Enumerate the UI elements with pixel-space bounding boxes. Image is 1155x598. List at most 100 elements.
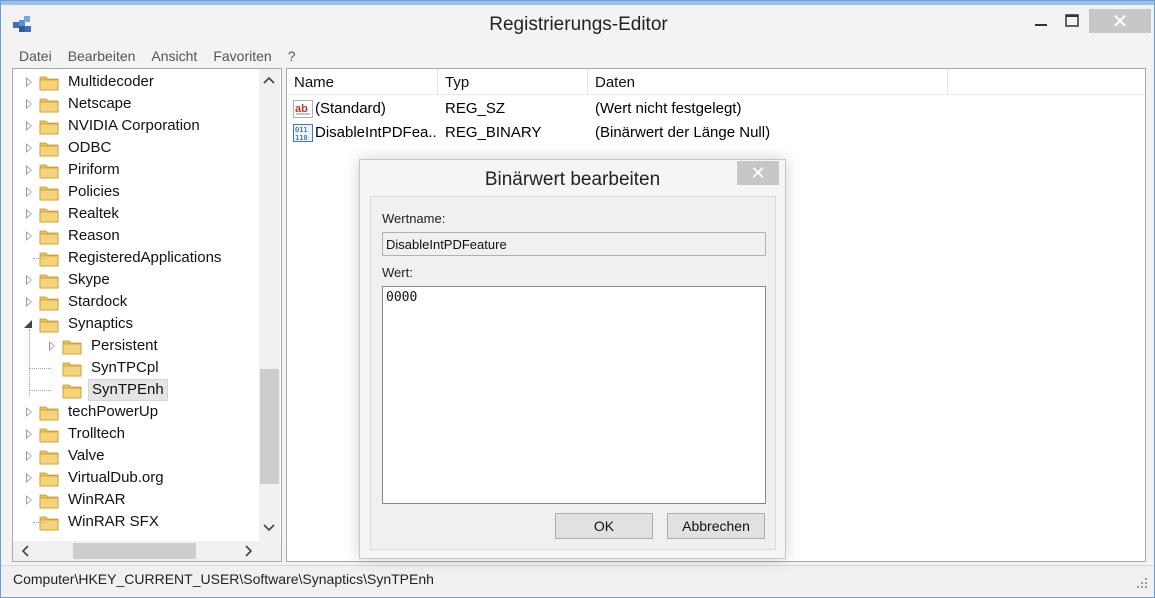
folder-icon	[39, 492, 59, 509]
menu-bearbeiten[interactable]: Bearbeiten	[60, 45, 144, 67]
tree-item[interactable]: WinRAR	[23, 489, 129, 511]
tree-item-label: Trolltech	[68, 425, 125, 442]
expand-arrow-icon[interactable]	[46, 340, 58, 352]
tree-item[interactable]: SynTPCpl	[46, 357, 162, 379]
key-tree-pane[interactable]: Multidecoder Netscape NVIDIA Corporation OD…	[12, 68, 282, 562]
folder-icon	[62, 360, 82, 377]
expand-arrow-icon[interactable]	[23, 142, 35, 154]
tree-item[interactable]: Multidecoder	[23, 71, 157, 93]
expand-arrow-icon[interactable]	[23, 208, 35, 220]
tree-item[interactable]: Netscape	[23, 93, 134, 115]
resize-grip-icon[interactable]	[1136, 577, 1148, 589]
list-item[interactable]: 011 110 DisableIntPDFea... REG_BINARY (B…	[287, 121, 1145, 145]
value-data: (Wert nicht festgelegt)	[595, 100, 742, 117]
tree-connector-line	[33, 522, 45, 523]
tree-vertical-scrollbar[interactable]	[259, 69, 280, 541]
menu-datei[interactable]: Datei	[11, 45, 60, 67]
folder-icon	[39, 426, 59, 443]
tree-item[interactable]: RegisteredApplications	[23, 247, 224, 269]
scroll-left-icon[interactable]	[15, 542, 35, 560]
expand-arrow-icon[interactable]	[23, 120, 35, 132]
folder-icon	[39, 96, 59, 113]
expand-arrow-icon[interactable]	[23, 472, 35, 484]
dialog-title: Binärwert bearbeiten	[484, 169, 661, 190]
column-header-name[interactable]: Name	[287, 69, 438, 95]
tree-item[interactable]: Stardock	[23, 291, 130, 313]
tree-item-label: techPowerUp	[68, 403, 159, 420]
tree-item-label: Valve	[68, 447, 105, 464]
expand-arrow-icon[interactable]	[23, 98, 35, 110]
value-name-field: DisableIntPDFeature	[382, 232, 766, 256]
tree-item-label: Reason	[68, 227, 120, 244]
scroll-down-icon[interactable]	[259, 519, 279, 537]
expand-arrow-icon[interactable]	[23, 406, 35, 418]
status-path: Computer\HKEY_CURRENT_USER\Software\Syna…	[13, 571, 434, 587]
tree-item[interactable]: Valve	[23, 445, 107, 467]
expand-arrow-icon[interactable]	[23, 450, 35, 462]
tree-item[interactable]: Piriform	[23, 159, 123, 181]
tree-item-label: ODBC	[68, 139, 112, 156]
string-value-icon: ab	[293, 100, 313, 118]
tree-item[interactable]: ODBC	[23, 137, 114, 159]
folder-icon	[39, 272, 59, 289]
tree-item[interactable]: Policies	[23, 181, 123, 203]
tree-connector-line	[33, 258, 45, 259]
tree-item[interactable]: Persistent	[46, 335, 161, 357]
tree-item[interactable]: Skype	[23, 269, 113, 291]
tree-horizontal-scrollbar[interactable]	[13, 541, 281, 561]
expand-arrow-icon[interactable]	[23, 76, 35, 88]
tree-item-label: Persistent	[91, 337, 158, 354]
tree-connector-line	[29, 329, 30, 395]
tree-vertical-scroll-thumb[interactable]	[260, 369, 279, 484]
scroll-right-icon[interactable]	[239, 542, 259, 560]
folder-icon	[39, 294, 59, 311]
title-bar[interactable]: Registrierungs-Editor ✕	[1, 5, 1154, 41]
svg-text:110: 110	[295, 134, 308, 142]
ok-button[interactable]: OK	[555, 513, 653, 539]
cancel-button[interactable]: Abbrechen	[667, 513, 765, 539]
svg-text:011: 011	[295, 126, 308, 134]
maximize-button[interactable]	[1055, 9, 1089, 33]
close-icon: ✕	[1111, 10, 1129, 33]
expand-arrow-icon[interactable]	[23, 186, 35, 198]
expand-arrow-icon[interactable]	[23, 230, 35, 242]
folder-icon	[39, 140, 59, 157]
menu-favoriten[interactable]: Favoriten	[205, 45, 279, 67]
folder-icon	[39, 228, 59, 245]
expand-arrow-icon[interactable]	[23, 428, 35, 440]
tree-item[interactable]: techPowerUp	[23, 401, 161, 423]
scroll-up-icon[interactable]	[259, 71, 279, 89]
menu-ansicht[interactable]: Ansicht	[143, 45, 205, 67]
tree-item[interactable]: Synaptics	[23, 313, 136, 335]
tree-item[interactable]: SynTPEnh	[46, 379, 168, 401]
tree-item-label: WinRAR SFX	[68, 513, 159, 530]
tree-item[interactable]: VirtualDub.org	[23, 467, 167, 489]
tree-item[interactable]: Realtek	[23, 203, 122, 225]
expand-arrow-icon[interactable]	[23, 494, 35, 506]
column-header-data[interactable]: Daten	[588, 69, 948, 95]
tree-horizontal-scroll-thumb[interactable]	[73, 543, 196, 559]
minimize-button[interactable]	[1024, 9, 1058, 33]
value-name: DisableIntPDFea...	[315, 124, 437, 141]
expand-arrow-icon[interactable]	[23, 296, 35, 308]
list-item[interactable]: ab (Standard) REG_SZ (Wert nicht festgel…	[287, 97, 1145, 121]
tree-item-label: Policies	[68, 183, 120, 200]
folder-icon	[39, 404, 59, 421]
menu-help[interactable]: ?	[280, 45, 304, 67]
tree-item[interactable]: Reason	[23, 225, 123, 247]
tree-item-label: Multidecoder	[68, 73, 154, 90]
close-button[interactable]: ✕	[1089, 9, 1151, 33]
tree-item-label: Netscape	[68, 95, 132, 112]
column-header-type[interactable]: Typ	[438, 69, 588, 95]
value-data-label: Wert:	[382, 265, 413, 280]
binary-value-editor[interactable]: 0000	[382, 286, 766, 504]
dialog-close-button[interactable]: ✕	[737, 161, 779, 185]
expand-arrow-icon[interactable]	[23, 164, 35, 176]
tree-item-label: Piriform	[68, 161, 120, 178]
expand-arrow-icon[interactable]	[23, 274, 35, 286]
tree-item[interactable]: NVIDIA Corporation	[23, 115, 203, 137]
tree-item[interactable]: Trolltech	[23, 423, 128, 445]
edit-binary-value-dialog: Binärwert bearbeiten ✕ Wertname: Disable…	[359, 159, 786, 559]
value-type: REG_BINARY	[445, 124, 542, 141]
tree-item-label: Stardock	[68, 293, 128, 310]
